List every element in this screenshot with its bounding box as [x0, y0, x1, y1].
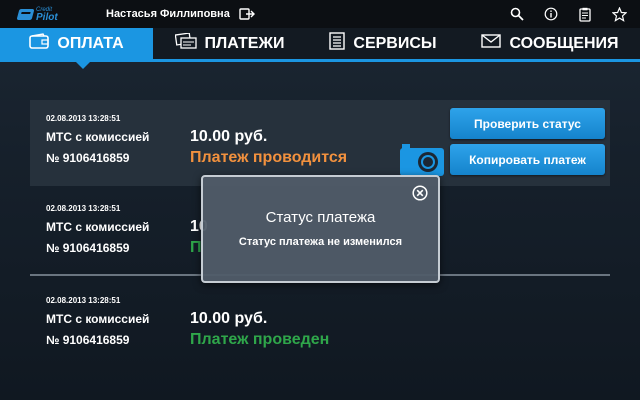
- envelope-icon: [481, 34, 502, 53]
- payments-icon: [174, 32, 197, 54]
- payment-amount: 10.00 руб.: [190, 310, 268, 327]
- main-nav: ОПЛАТА ПЛАТЕЖИ СЕРВИСЫ СООБЩЕНИЯ: [0, 28, 640, 62]
- user-name: Настасья Филлиповна: [106, 8, 230, 20]
- dialog-message: Статус платежа не изменился: [238, 236, 403, 248]
- tab-services[interactable]: СЕРВИСЫ: [306, 28, 460, 59]
- star-icon[interactable]: [610, 5, 628, 23]
- logout-icon[interactable]: [239, 8, 255, 20]
- tab-payment-label: ОПЛАТА: [57, 34, 124, 52]
- payment-amount: 10.00 руб.: [190, 128, 268, 145]
- tab-messages[interactable]: СООБЩЕНИЯ: [460, 28, 640, 59]
- wallet-icon: [29, 33, 50, 54]
- payment-date: 02.08.2013 13:28:51: [46, 204, 121, 213]
- payment-date: 02.08.2013 13:28:51: [46, 114, 121, 123]
- camera-icon: [400, 144, 444, 176]
- clipboard-icon[interactable]: [576, 5, 594, 23]
- payment-status: П: [190, 239, 202, 256]
- tab-payments[interactable]: ПЛАТЕЖИ: [153, 28, 306, 59]
- close-icon[interactable]: [412, 185, 428, 201]
- payment-date: 02.08.2013 13:28:51: [46, 296, 121, 305]
- dialog-title: Статус платежа: [265, 209, 376, 226]
- tab-services-label: СЕРВИСЫ: [353, 34, 437, 52]
- payment-name: МТС с комиссией: [46, 312, 150, 326]
- payment-row[interactable]: 02.08.2013 13:28:51 МТС с комиссией № 91…: [30, 100, 610, 186]
- payment-row[interactable]: 02.08.2013 13:28:51 МТС с комиссией № 91…: [30, 282, 610, 368]
- payment-number: № 9106416859: [46, 151, 130, 165]
- tab-messages-label: СООБЩЕНИЯ: [509, 34, 619, 52]
- payment-status: Платеж проводится: [190, 149, 348, 166]
- payment-name: МТС с комиссией: [46, 220, 150, 234]
- status-dialog: Статус платежа Статус платежа не изменил…: [201, 175, 440, 283]
- list-icon: [329, 32, 346, 55]
- payment-number: № 9106416859: [46, 333, 130, 347]
- logo-mark-icon: [16, 8, 35, 20]
- payment-number: № 9106416859: [46, 241, 130, 255]
- app-logo: Credit Pilot: [16, 6, 88, 23]
- search-icon[interactable]: [508, 5, 526, 23]
- check-status-button[interactable]: Проверить статус: [450, 108, 605, 139]
- copy-payment-button[interactable]: Копировать платеж: [450, 144, 605, 175]
- logo-line2: Pilot: [36, 12, 58, 23]
- tab-payment[interactable]: ОПЛАТА: [0, 28, 153, 59]
- tab-payments-label: ПЛАТЕЖИ: [204, 34, 285, 52]
- active-tab-pointer: [76, 62, 90, 69]
- payment-status: Платеж проведен: [190, 331, 330, 348]
- top-bar: Credit Pilot Настасья Филлиповна: [0, 0, 640, 28]
- payment-name: МТС с комиссией: [46, 130, 150, 144]
- info-icon[interactable]: [542, 5, 560, 23]
